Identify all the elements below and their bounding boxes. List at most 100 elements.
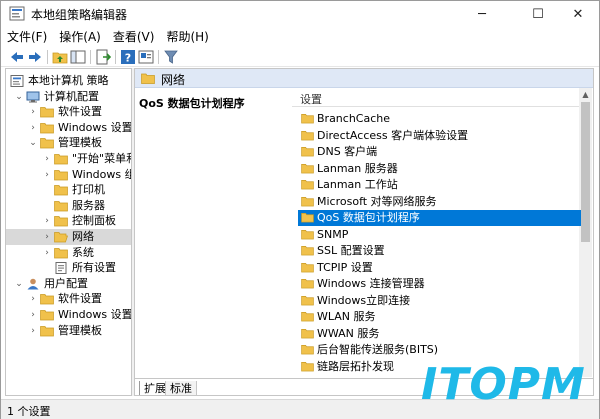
tree-item[interactable]: 服务器 (6, 198, 131, 214)
tree-item-label: 管理模板 (58, 323, 102, 337)
details-header-title: 网络 (161, 73, 186, 87)
show-tree-icon[interactable] (70, 49, 86, 65)
tree-item[interactable]: 本地计算机 策略 (6, 73, 131, 89)
tree-item-label: 计算机配置 (44, 89, 99, 103)
list-item-label: Microsoft 对等网络服务 (317, 194, 437, 208)
tree-item-label: 打印机 (72, 183, 105, 197)
list-item[interactable]: Windows 连接管理器 (298, 276, 581, 292)
list-item[interactable]: Lanman 服务器 (298, 161, 581, 177)
chevron-right-icon[interactable]: › (42, 213, 52, 229)
tree-item[interactable]: › 控制面板 (6, 213, 131, 229)
folder-icon (54, 247, 68, 258)
list-item-label: QoS 数据包计划程序 (317, 211, 420, 224)
user-icon (27, 278, 39, 290)
title-bar[interactable]: 本地组策略编辑器 ─ ☐ ✕ (1, 1, 599, 27)
tree-item-label: 用户配置 (44, 276, 88, 290)
back-arrow-icon[interactable] (9, 49, 25, 65)
folder-icon (40, 138, 54, 149)
list-item[interactable]: Microsoft 对等网络服务 (298, 194, 581, 210)
tree-item[interactable]: ⌄ 计算机配置 (6, 89, 131, 105)
folder-icon (40, 325, 54, 336)
menu-action[interactable]: 操作(A) (53, 28, 107, 46)
chevron-right-icon[interactable]: › (42, 151, 52, 167)
filter-icon[interactable] (163, 49, 179, 65)
settings-list[interactable]: 设置 ▲ BranchCache DirectAccess 客户端体验设置 DNS … (292, 88, 592, 377)
chevron-right-icon[interactable]: › (28, 104, 38, 120)
tree-item[interactable]: 所有设置 (6, 260, 131, 276)
tree-item[interactable]: › 软件设置 (6, 291, 131, 307)
list-item[interactable]: DirectAccess 客户端体验设置 (298, 128, 581, 144)
tree-item-label: "开始"菜单和 (72, 152, 132, 165)
tree-item[interactable]: › 软件设置 (6, 104, 131, 120)
tree-item[interactable]: › 系统 (6, 245, 131, 261)
list-item-label: SSL 配置设置 (317, 244, 385, 257)
chevron-down-icon[interactable]: ⌄ (14, 89, 24, 105)
forward-arrow-icon[interactable] (27, 49, 43, 65)
computer-icon (26, 91, 40, 103)
tree-item[interactable]: 打印机 (6, 182, 131, 198)
list-item[interactable]: SNMP (298, 227, 581, 243)
list-item[interactable]: WLAN 服务 (298, 309, 581, 325)
tree-item[interactable]: › Windows 组 (6, 167, 131, 183)
list-item[interactable]: Windows立即连接 (298, 293, 581, 309)
chevron-down-icon[interactable]: ⌄ (28, 135, 38, 151)
list-item[interactable]: TCPIP 设置 (298, 260, 581, 276)
list-item[interactable]: 后台智能传送服务(BITS) (298, 342, 581, 358)
chevron-right-icon[interactable]: › (42, 245, 52, 261)
tree-item-label: 软件设置 (58, 105, 102, 119)
navigation-tree[interactable]: 本地计算机 策略 ⌄ 计算机配置 › 软件设置 › Windows 设置 ⌄ 管理模板 › "开始"… (5, 68, 132, 396)
folder-icon (301, 246, 314, 256)
group-policy-app-icon (9, 6, 25, 21)
tab-standard[interactable]: 标准 (165, 381, 197, 395)
list-item[interactable]: DNS 客户端 (298, 144, 581, 160)
chevron-right-icon[interactable]: › (42, 229, 52, 245)
scroll-thumb[interactable] (581, 102, 590, 242)
folder-icon (301, 328, 314, 338)
folder-icon (301, 229, 314, 239)
folder-icon (54, 200, 68, 212)
tree-item[interactable]: › Windows 设置 (6, 307, 131, 323)
list-item[interactable]: SSL 配置设置 (298, 243, 581, 259)
maximize-icon: ☐ (532, 6, 544, 22)
folder-icon (54, 169, 68, 180)
properties-icon[interactable] (138, 49, 154, 65)
chevron-right-icon[interactable]: › (28, 291, 38, 307)
export-list-icon[interactable] (95, 49, 111, 65)
group-policy-window: 本地组策略编辑器 ─ ☐ ✕ 文件(F) 操作(A) 查看(V) 帮助(H) ?… (0, 0, 600, 419)
status-text: 1 个设置 (7, 405, 51, 418)
tree-item-label: Windows 设置 (58, 308, 132, 321)
list-item[interactable]: BranchCache (298, 111, 581, 127)
menu-view[interactable]: 查看(V) (107, 28, 161, 46)
toolbar-separator (115, 50, 116, 64)
tree-item[interactable]: › Windows 设置 (6, 120, 131, 136)
tree-item[interactable]: › 管理模板 (6, 323, 131, 339)
chevron-right-icon[interactable]: › (28, 307, 38, 323)
chevron-right-icon[interactable]: › (28, 120, 38, 136)
list-item[interactable]: Lanman 工作站 (298, 177, 581, 193)
folder-icon (301, 163, 314, 173)
details-header: 网络 (135, 69, 593, 88)
up-folder-icon[interactable] (52, 49, 68, 65)
menu-file[interactable]: 文件(F) (1, 28, 53, 46)
close-button[interactable]: ✕ (555, 1, 600, 27)
tree-item[interactable]: ⌄ 管理模板 (6, 135, 131, 151)
list-item[interactable]: QoS 数据包计划程序 (298, 210, 581, 226)
tree-item-label: 所有设置 (72, 261, 116, 275)
tree-item[interactable]: › "开始"菜单和 (6, 151, 131, 167)
list-item[interactable]: WWAN 服务 (298, 326, 581, 342)
minimize-button[interactable]: ─ (459, 1, 505, 27)
menu-help[interactable]: 帮助(H) (160, 28, 214, 46)
chevron-down-icon[interactable]: ⌄ (14, 276, 24, 292)
tree-item-label: 软件设置 (58, 292, 102, 306)
column-header-settings[interactable]: 设置 (292, 88, 582, 107)
list-item-label: TCPIP 设置 (317, 260, 373, 274)
tree-item-label: 管理模板 (58, 136, 102, 150)
policy-icon (10, 75, 24, 87)
tree-item[interactable]: › 网络 (6, 229, 131, 245)
help-icon[interactable]: ? (120, 49, 136, 65)
scroll-up-icon[interactable]: ▲ (579, 88, 592, 101)
folder-icon (40, 294, 54, 305)
chevron-right-icon[interactable]: › (42, 167, 52, 183)
chevron-right-icon[interactable]: › (28, 323, 38, 339)
tree-item[interactable]: ⌄ 用户配置 (6, 276, 131, 292)
